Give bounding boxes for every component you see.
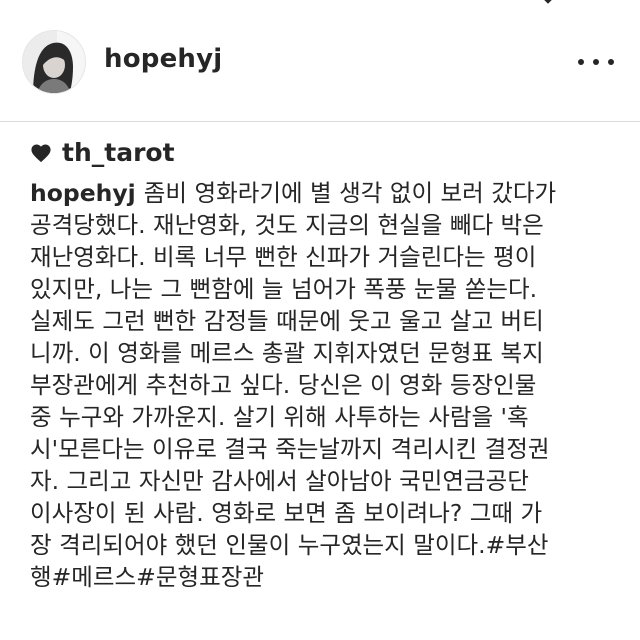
caption-username[interactable]: hopehyj	[30, 179, 136, 207]
caption-line: 시'모른다는 이유로 결국 죽는날까지 격리시킨 결정권	[30, 435, 550, 463]
more-options-button[interactable]	[578, 50, 614, 74]
caption-line: 실제도 그런 뻔한 감정들 때문에 웃고 울고 살고 버티	[30, 307, 544, 335]
caption-line: 장 격리되어야 했던 인물이 누구였는지 말이다.#부산	[30, 531, 549, 559]
caption-line: 행#메르스#문형표장관	[30, 563, 264, 591]
post-caption: hopehyj 좀비 영화라기에 별 생각 없이 보러 갔다가 공격당했다. 재난…	[30, 177, 622, 593]
likes-row: th_tarot	[30, 138, 175, 167]
liked-by-username[interactable]: th_tarot	[62, 138, 175, 167]
caption-line: hopehyj 좀비 영화라기에 별 생각 없이 보러 갔다가	[30, 177, 622, 209]
more-horizontal-icon-dot	[608, 59, 614, 65]
caption-line: 중 누구와 가까운지. 살기 위해 사투하는 사람을 '혹	[30, 403, 529, 431]
caption-line: 자. 그리고 자신만 감사에서 살아남아 국민연금공단	[30, 467, 529, 495]
caption-line: 공격당했다. 재난영화, 것도 지금의 현실을 빼다 박은	[30, 211, 544, 239]
caption-line: 재난영화다. 비록 너무 뻔한 신파가 거슬린다는 평이	[30, 243, 537, 271]
more-horizontal-icon-dot	[593, 59, 599, 65]
more-horizontal-icon	[578, 59, 584, 65]
avatar-photo	[23, 31, 85, 93]
post-header: hopehyj	[0, 0, 640, 122]
caption-line: 니까. 이 영화를 메르스 총괄 지휘자였던 문형표 복지	[30, 339, 544, 367]
heart-icon	[31, 144, 51, 162]
caption-text: 좀비 영화라기에 별 생각 없이 보러 갔다가	[143, 179, 557, 207]
post-author-username[interactable]: hopehyj	[104, 44, 222, 74]
caption-line: 부장관에게 추천하고 싶다. 당신은 이 영화 등장인물	[30, 371, 537, 399]
avatar[interactable]	[22, 30, 86, 94]
caption-line: 이사장이 된 사람. 영화로 보면 좀 보이려나? 그때 가	[30, 499, 543, 527]
caption-line: 있지만, 나는 그 뻔함에 늘 넘어가 폭풍 눈물 쏟는다.	[30, 275, 538, 303]
